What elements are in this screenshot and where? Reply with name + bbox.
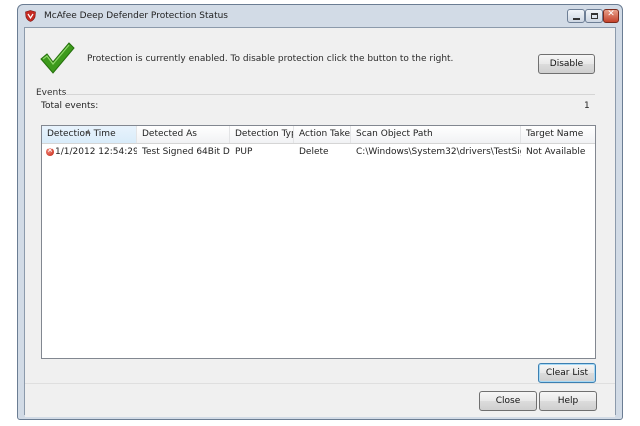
events-list[interactable]: ▲ Detection Time Detected As Detection T… [41, 125, 596, 359]
cell-detection-type: PUP [235, 147, 253, 157]
cell-detected-as: Test Signed 64Bit Driver [142, 147, 230, 157]
total-events-count: 1 [584, 101, 590, 111]
cell-action-taken: Delete [299, 147, 329, 157]
maximize-icon [591, 13, 598, 19]
mcafee-shield-icon [25, 10, 36, 22]
events-group-divider [65, 94, 595, 95]
column-header-detection-type[interactable]: Detection Type [230, 126, 294, 143]
minimize-button[interactable] [567, 9, 585, 23]
checkmark-icon [40, 42, 75, 74]
disable-button[interactable]: Disable [538, 54, 595, 74]
events-list-header: ▲ Detection Time Detected As Detection T… [42, 126, 595, 144]
cell-detection-time: 1/1/2012 12:54:29 PM [55, 147, 137, 157]
column-header-detected-as[interactable]: Detected As [137, 126, 230, 143]
column-header-target-name[interactable]: Target Name [521, 126, 595, 143]
dialog-footer: Close Help [25, 383, 615, 417]
minimize-icon [573, 18, 580, 20]
protection-status-message: Protection is currently enabled. To disa… [87, 54, 454, 64]
cell-scan-object-path: C:\Windows\System32\drivers\TestSigned.s… [356, 147, 521, 157]
close-window-button[interactable]: ✕ [603, 9, 619, 23]
table-row[interactable]: × 1/1/2012 12:54:29 PM Test Signed 64Bit… [42, 144, 595, 160]
column-header-detection-time[interactable]: ▲ Detection Time [42, 126, 137, 143]
clear-list-button[interactable]: Clear List [538, 363, 596, 383]
column-header-label: Detection Time [47, 129, 116, 139]
column-header-scan-object-path[interactable]: Scan Object Path [351, 126, 521, 143]
help-button[interactable]: Help [539, 391, 597, 411]
dialog-body: Protection is currently enabled. To disa… [24, 27, 616, 417]
column-header-action-taken[interactable]: Action Taken [294, 126, 351, 143]
maximize-button[interactable] [585, 9, 603, 23]
window-title: McAfee Deep Defender Protection Status [44, 11, 228, 21]
close-button[interactable]: Close [479, 391, 537, 411]
cell-target-name: Not Available [526, 147, 586, 157]
events-group-label: Events [36, 88, 67, 98]
main-window: McAfee Deep Defender Protection Status ✕… [17, 4, 623, 420]
close-icon: ✕ [607, 9, 615, 19]
title-bar[interactable]: McAfee Deep Defender Protection Status ✕ [18, 5, 622, 27]
total-events-label: Total events: [41, 101, 99, 111]
sort-ascending-icon: ▲ [86, 128, 91, 135]
